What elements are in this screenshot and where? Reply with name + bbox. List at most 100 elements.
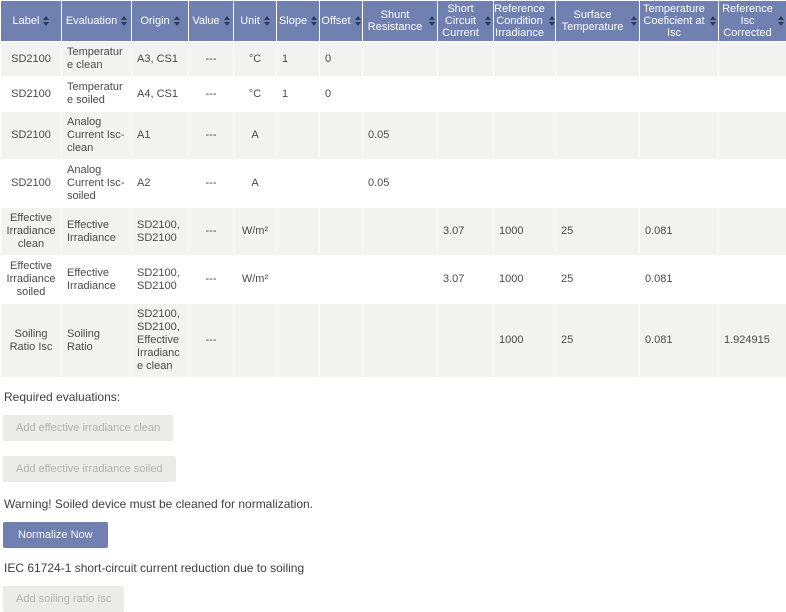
sort-icon[interactable] xyxy=(354,16,361,26)
cell-reference_isc_corrected xyxy=(719,112,786,159)
cell-origin: SD2100, SD2100 xyxy=(132,208,188,255)
table-row[interactable]: Effective Irradiance clean Effective Irra… xyxy=(1,208,786,255)
column-header-slope[interactable]: Slope xyxy=(277,1,319,41)
cell-slope xyxy=(277,208,319,255)
cell-unit: W/m² xyxy=(234,208,276,255)
column-header-evaluation[interactable]: Evaluation xyxy=(62,1,131,41)
table-row[interactable]: Soiling Ratio Isc Soiling Ratio SD2100, SD… xyxy=(1,304,786,377)
cell-offset xyxy=(320,160,362,207)
sort-icon[interactable] xyxy=(485,16,491,26)
required-evaluations-label: Required evaluations: xyxy=(4,390,121,404)
cell-label: SD2100 xyxy=(1,77,61,111)
sort-icon[interactable] xyxy=(710,16,716,26)
cell-evaluation: Analog Current Isc-soiled xyxy=(62,160,131,207)
sort-icon[interactable] xyxy=(778,16,784,26)
cell-reference_condition_irradiance: 1000 xyxy=(494,256,555,303)
table-row[interactable]: SD2100 Temperature soiled A4, CS1 --- °C 1 0 xyxy=(1,77,786,111)
cell-surface_temperature: 25 xyxy=(556,256,639,303)
cell-label: Soiling Ratio Isc xyxy=(1,304,61,377)
cell-temperature_coeficient_at_isc xyxy=(640,77,718,111)
column-header-label: Label xyxy=(12,15,40,27)
cell-value: --- xyxy=(189,304,233,377)
cell-offset xyxy=(320,208,362,255)
column-header-label: Unit xyxy=(240,15,260,27)
below-table-section: Required evaluations: Add effective irra… xyxy=(0,378,786,612)
sort-icon[interactable] xyxy=(263,16,270,26)
cell-surface_temperature: 25 xyxy=(556,208,639,255)
cell-unit: A xyxy=(234,112,276,159)
cell-value: --- xyxy=(189,160,233,207)
cell-unit: °C xyxy=(234,42,276,76)
column-header-offset[interactable]: Offset xyxy=(320,1,362,41)
column-header-value[interactable]: Value xyxy=(189,1,233,41)
cell-offset xyxy=(320,112,362,159)
sort-icon[interactable] xyxy=(173,16,180,26)
cell-short_circuit_current: 3.07 xyxy=(438,256,493,303)
column-header-temperature_coeficient_at_isc[interactable]: Temperature Coeficient at Isc xyxy=(640,1,718,41)
normalize-now-button[interactable]: Normalize Now xyxy=(3,522,108,548)
cell-label: Effective Irradiance soiled xyxy=(1,256,61,303)
cell-surface_temperature xyxy=(556,77,639,111)
cell-temperature_coeficient_at_isc xyxy=(640,112,718,159)
cell-value: --- xyxy=(189,112,233,159)
column-header-label[interactable]: Label xyxy=(1,1,61,41)
cell-evaluation: Effective Irradiance xyxy=(62,208,131,255)
table-row[interactable]: SD2100 Analog Current Isc-soiled A2 --- A 0.0… xyxy=(1,160,786,207)
cell-reference_isc_corrected xyxy=(719,256,786,303)
column-header-label: Surface Temperature xyxy=(561,9,624,33)
column-header-short_circuit_current[interactable]: Short Circuit Current xyxy=(438,1,493,41)
sort-icon[interactable] xyxy=(548,16,555,26)
sort-icon[interactable] xyxy=(311,16,318,26)
cell-label: SD2100 xyxy=(1,112,61,159)
sort-icon[interactable] xyxy=(121,16,128,26)
cell-surface_temperature xyxy=(556,42,639,76)
add-effective-irradiance-clean-button[interactable]: Add effective irradiance clean xyxy=(3,415,174,441)
table-row[interactable]: Effective Irradiance soiled Effective Irr… xyxy=(1,256,786,303)
column-header-shunt_resistance[interactable]: Shunt Resistance xyxy=(363,1,437,41)
cell-offset: 0 xyxy=(320,77,362,111)
cell-reference_condition_irradiance: 1000 xyxy=(494,208,555,255)
cell-origin: A3, CS1 xyxy=(132,42,188,76)
page: Label Evaluation Origin Value Unit Slope Offse… xyxy=(0,0,786,612)
column-header-label: Value xyxy=(192,15,220,27)
cell-offset: 0 xyxy=(320,42,362,76)
cell-reference_condition_irradiance xyxy=(494,112,555,159)
table-row[interactable]: SD2100 Temperature clean A3, CS1 --- °C 1 0 xyxy=(1,42,786,76)
cell-label: SD2100 xyxy=(1,160,61,207)
column-header-surface_temperature[interactable]: Surface Temperature xyxy=(556,1,639,41)
cell-slope xyxy=(277,160,319,207)
cell-origin: SD2100, SD2100, Effective Irradiance cle… xyxy=(132,304,188,377)
cell-slope xyxy=(277,304,319,377)
table-header-row: Label Evaluation Origin Value Unit Slope Offse… xyxy=(1,1,786,41)
cell-unit: W/m² xyxy=(234,256,276,303)
cell-label: Effective Irradiance clean xyxy=(1,208,61,255)
sort-icon[interactable] xyxy=(223,16,230,26)
sort-icon[interactable] xyxy=(429,16,435,26)
add-effective-irradiance-soiled-button[interactable]: Add effective irradiance soiled xyxy=(3,456,176,482)
cell-origin: A2 xyxy=(132,160,188,207)
column-header-reference_condition_irradiance[interactable]: Reference Condition Irradiance xyxy=(494,1,555,41)
cell-origin: A4, CS1 xyxy=(132,77,188,111)
cell-surface_temperature xyxy=(556,160,639,207)
cell-reference_condition_irradiance xyxy=(494,160,555,207)
add-soiling-ratio-isc-button[interactable]: Add soiling ratio Isc xyxy=(3,586,125,612)
cell-reference_condition_irradiance xyxy=(494,42,555,76)
column-header-label: Reference Condition Irradiance xyxy=(494,3,545,39)
cell-offset xyxy=(320,304,362,377)
cell-origin: A1 xyxy=(132,112,188,159)
cell-reference_condition_irradiance xyxy=(494,77,555,111)
cell-label: SD2100 xyxy=(1,42,61,76)
cell-value: --- xyxy=(189,77,233,111)
cell-short_circuit_current xyxy=(438,42,493,76)
table-row[interactable]: SD2100 Analog Current Isc-clean A1 --- A 0.05 xyxy=(1,112,786,159)
cell-short_circuit_current xyxy=(438,112,493,159)
column-header-origin[interactable]: Origin xyxy=(132,1,188,41)
cell-shunt_resistance: 0.05 xyxy=(363,160,437,207)
column-header-reference_isc_corrected[interactable]: Reference Isc Corrected xyxy=(719,1,786,41)
cell-value: --- xyxy=(189,208,233,255)
column-header-unit[interactable]: Unit xyxy=(234,1,276,41)
cell-temperature_coeficient_at_isc: 0.081 xyxy=(640,304,718,377)
sort-icon[interactable] xyxy=(631,16,637,26)
cell-value: --- xyxy=(189,256,233,303)
sort-icon[interactable] xyxy=(43,16,50,26)
